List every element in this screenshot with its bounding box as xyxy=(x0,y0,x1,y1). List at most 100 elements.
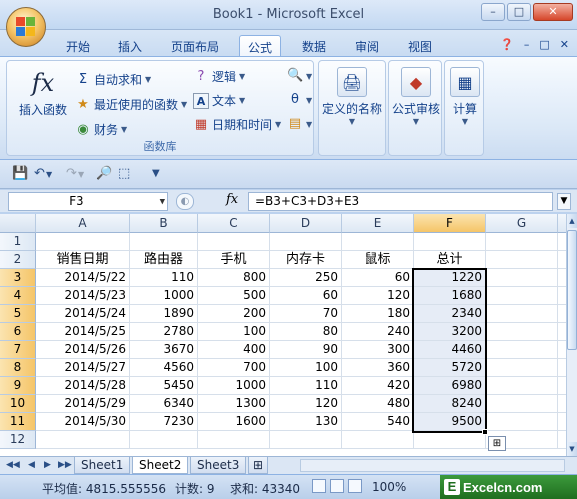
data-cell[interactable]: 8240 xyxy=(414,395,486,413)
select-all-corner[interactable] xyxy=(0,214,36,233)
column-title[interactable]: 内存卡 xyxy=(270,251,342,269)
worksheet-grid[interactable]: A B C D E F G 1 2 销售日期 路由器 手机 内存卡 鼠标 总计 3 2014/5/… xyxy=(0,214,566,456)
row-header-4[interactable]: 4 xyxy=(0,287,36,305)
data-cell[interactable]: 1890 xyxy=(130,305,198,323)
column-header-c[interactable]: C xyxy=(198,214,270,233)
column-title[interactable]: 手机 xyxy=(198,251,270,269)
cell[interactable] xyxy=(486,377,558,395)
insert-function-button[interactable]: fx 插入函数 xyxy=(13,67,73,118)
logical-button[interactable]: ? 逻辑 ▼ xyxy=(193,68,246,85)
cell[interactable] xyxy=(486,413,558,431)
cell[interactable] xyxy=(414,233,486,251)
data-cell[interactable]: 700 xyxy=(198,359,270,377)
cell[interactable] xyxy=(130,431,198,449)
tab-insert[interactable]: 插入 xyxy=(110,35,150,57)
prev-sheet-icon[interactable]: ◀ xyxy=(28,460,35,470)
ribbon-restore-icon[interactable]: □ xyxy=(539,38,549,51)
minimize-button[interactable]: – xyxy=(481,3,505,21)
data-cell[interactable]: 800 xyxy=(198,269,270,287)
row-header-3[interactable]: 3 xyxy=(0,269,36,287)
customize-qat-icon[interactable]: ▼ xyxy=(152,168,160,179)
row-header-8[interactable]: 8 xyxy=(0,359,36,377)
data-cell[interactable]: 6340 xyxy=(130,395,198,413)
column-header-e[interactable]: E xyxy=(342,214,414,233)
lookup-button[interactable]: 🔍 ▼ xyxy=(287,68,312,84)
cell[interactable] xyxy=(486,341,558,359)
scroll-down-icon[interactable]: ▼ xyxy=(567,442,577,456)
maximize-button[interactable]: □ xyxy=(507,3,531,21)
data-cell[interactable]: 2014/5/25 xyxy=(36,323,130,341)
data-cell[interactable]: 250 xyxy=(270,269,342,287)
cell[interactable] xyxy=(198,431,270,449)
cell[interactable] xyxy=(342,233,414,251)
page-break-view-icon[interactable] xyxy=(348,479,362,493)
tab-formulas[interactable]: 公式 xyxy=(239,35,282,57)
scroll-thumb[interactable] xyxy=(567,230,577,350)
sheet-tab-sheet1[interactable]: Sheet1 xyxy=(74,457,131,474)
cell[interactable] xyxy=(486,323,558,341)
column-title[interactable]: 鼠标 xyxy=(342,251,414,269)
data-cell[interactable]: 4460 xyxy=(414,341,486,359)
row-header-12[interactable]: 12 xyxy=(0,431,36,449)
data-cell[interactable]: 60 xyxy=(342,269,414,287)
print-preview-icon[interactable]: 🔎 xyxy=(96,166,112,181)
data-cell[interactable]: 240 xyxy=(342,323,414,341)
column-title[interactable]: 销售日期 xyxy=(36,251,130,269)
formula-audit-button[interactable]: ◆ 公式审核 ▼ xyxy=(391,67,441,126)
expand-formula-bar-icon[interactable]: ▼ xyxy=(557,193,571,210)
calculation-button[interactable]: ▦ 计算 ▼ xyxy=(447,67,483,126)
row-header-7[interactable]: 7 xyxy=(0,341,36,359)
data-cell[interactable]: 180 xyxy=(342,305,414,323)
data-cell[interactable]: 1220 xyxy=(414,269,486,287)
row-header-6[interactable]: 6 xyxy=(0,323,36,341)
cell[interactable] xyxy=(486,305,558,323)
name-box[interactable]: F3 ▼ xyxy=(8,192,168,211)
data-cell[interactable]: 2014/5/23 xyxy=(36,287,130,305)
data-cell[interactable]: 500 xyxy=(198,287,270,305)
normal-view-icon[interactable] xyxy=(312,479,326,493)
tab-review[interactable]: 审阅 xyxy=(347,35,387,57)
vertical-scrollbar[interactable]: ▲ ▼ xyxy=(566,214,577,456)
data-cell[interactable]: 7230 xyxy=(130,413,198,431)
cell[interactable] xyxy=(36,233,130,251)
redo-dropdown-icon[interactable]: ▼ xyxy=(78,170,84,179)
cell[interactable] xyxy=(486,287,558,305)
data-cell[interactable]: 60 xyxy=(270,287,342,305)
row-header-5[interactable]: 5 xyxy=(0,305,36,323)
undo-icon[interactable]: ↶ xyxy=(34,166,45,181)
data-cell[interactable]: 9500 xyxy=(414,413,486,431)
data-cell[interactable]: 70 xyxy=(270,305,342,323)
scroll-up-icon[interactable]: ▲ xyxy=(567,214,577,228)
data-cell[interactable]: 120 xyxy=(270,395,342,413)
row-header-2[interactable]: 2 xyxy=(0,251,36,269)
cell[interactable] xyxy=(130,233,198,251)
data-cell[interactable]: 2014/5/26 xyxy=(36,341,130,359)
data-cell[interactable]: 2340 xyxy=(414,305,486,323)
cell[interactable] xyxy=(486,395,558,413)
select-objects-icon[interactable]: ⬚ xyxy=(118,166,130,181)
date-time-button[interactable]: ▦ 日期和时间 ▼ xyxy=(193,116,281,133)
zoom-level[interactable]: 100% xyxy=(372,480,406,494)
cell[interactable] xyxy=(342,431,414,449)
data-cell[interactable]: 2014/5/24 xyxy=(36,305,130,323)
sheet-tab-sheet2[interactable]: Sheet2 xyxy=(132,457,189,474)
column-header-a[interactable]: A xyxy=(36,214,130,233)
row-header-1[interactable]: 1 xyxy=(0,233,36,251)
data-cell[interactable]: 420 xyxy=(342,377,414,395)
data-cell[interactable]: 300 xyxy=(342,341,414,359)
cancel-formula-icon[interactable]: ◐ xyxy=(176,193,194,210)
data-cell[interactable]: 100 xyxy=(198,323,270,341)
tab-home[interactable]: 开始 xyxy=(58,35,98,57)
data-cell[interactable]: 200 xyxy=(198,305,270,323)
data-cell[interactable]: 110 xyxy=(130,269,198,287)
column-title[interactable]: 总计 xyxy=(414,251,486,269)
save-icon[interactable]: 💾 xyxy=(12,166,28,181)
cell[interactable] xyxy=(36,431,130,449)
data-cell[interactable]: 100 xyxy=(270,359,342,377)
data-cell[interactable]: 80 xyxy=(270,323,342,341)
data-cell[interactable]: 2014/5/22 xyxy=(36,269,130,287)
row-header-10[interactable]: 10 xyxy=(0,395,36,413)
text-button[interactable]: A 文本 ▼ xyxy=(193,92,245,109)
close-button[interactable]: ✕ xyxy=(533,3,573,21)
data-cell[interactable]: 540 xyxy=(342,413,414,431)
